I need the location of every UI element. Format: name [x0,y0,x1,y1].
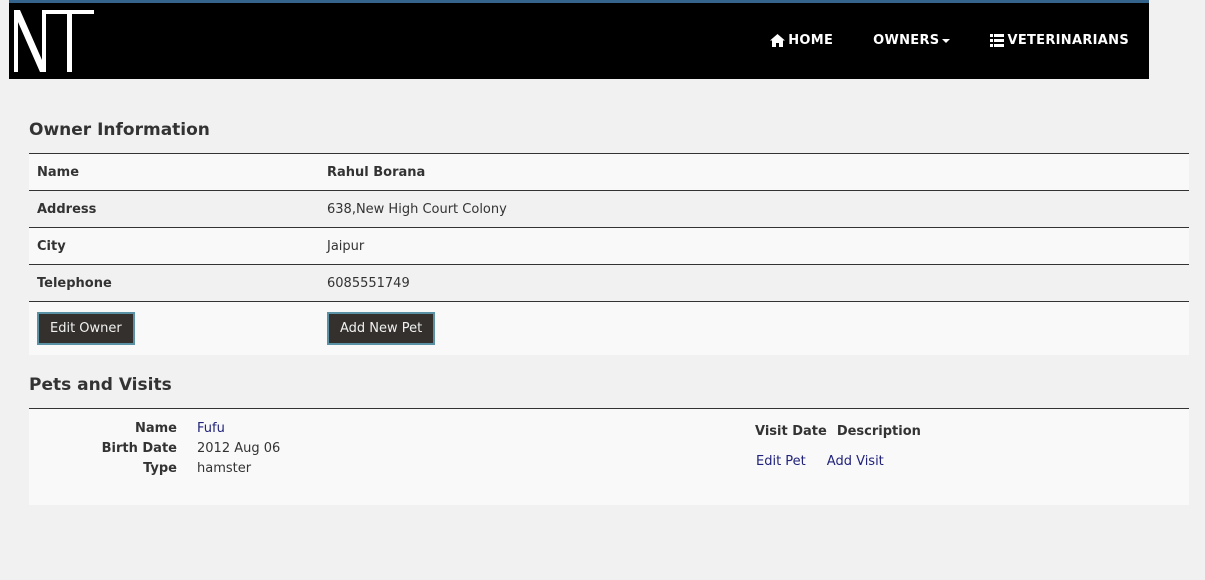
logo[interactable] [12,8,94,72]
owner-name-value: Rahul Borana [319,153,1189,191]
nav-owners-label: OWNERS [873,33,940,48]
nav-home[interactable]: HOME [770,33,833,48]
owner-row-telephone: Telephone 6085551749 [29,264,1189,302]
add-new-pet-button[interactable]: Add New Pet [327,311,436,345]
pets-visits-panel: Name Fufu Birth Date 2012 Aug 06 Type ha… [29,408,1189,505]
nav-veterinarians[interactable]: VETERINARIANS [990,33,1129,48]
pet-name-row: Name Fufu [29,418,280,438]
edit-owner-cell: Edit Owner [29,301,319,355]
nav-owners-dropdown[interactable]: OWNERS [873,33,951,48]
home-icon [770,34,786,47]
owner-address-value: 638,New High Court Colony [319,190,1189,228]
owner-row-name: Name Rahul Borana [29,153,1189,191]
owner-city-value: Jaipur [319,227,1189,265]
add-pet-cell: Add New Pet [319,301,1189,355]
pet-birth-value: 2012 Aug 06 [197,440,281,456]
visit-date-header: Visit Date [755,424,827,439]
pet-birth-label: Birth Date [101,440,177,456]
pet-actions: Edit Pet Add Visit [756,454,884,469]
owner-address-label: Address [29,190,319,228]
list-icon [990,34,1005,47]
owner-row-city: City Jaipur [29,227,1189,265]
owner-actions-row: Edit Owner Add New Pet [29,301,1189,355]
caret-down-icon [942,38,951,43]
pet-name-link[interactable]: Fufu [197,421,225,436]
pet-details: Name Fufu Birth Date 2012 Aug 06 Type ha… [29,418,281,478]
pet-type-row: Type hamster [29,458,280,478]
owner-info-table: Name Rahul Borana Address 638,New High C… [29,153,1189,355]
pet-type-value: hamster [197,460,252,476]
nav-home-label: HOME [788,33,834,48]
nav-veterinarians-label: VETERINARIANS [1007,33,1129,48]
owner-telephone-value: 6085551749 [319,264,1189,302]
edit-owner-button[interactable]: Edit Owner [37,311,135,345]
pets-visits-title: Pets and Visits [29,375,172,395]
pet-type-label: Type [143,460,177,476]
pet-name-label: Name [134,420,177,436]
description-header: Description [836,424,921,439]
main-nav: HOME OWNERS VETERINARIANS [730,33,1129,48]
add-visit-link[interactable]: Add Visit [827,454,884,469]
owner-city-label: City [29,227,319,265]
navbar: HOME OWNERS VETERINARIANS [9,0,1149,79]
pet-birth-row: Birth Date 2012 Aug 06 [29,438,281,458]
visits-table-header: Visit Date Description [755,424,921,439]
owner-telephone-label: Telephone [29,264,319,302]
owner-info-title: Owner Information [29,120,210,140]
owner-row-address: Address 638,New High Court Colony [29,190,1189,228]
edit-pet-link[interactable]: Edit Pet [756,454,806,469]
owner-name-label: Name [29,153,319,191]
